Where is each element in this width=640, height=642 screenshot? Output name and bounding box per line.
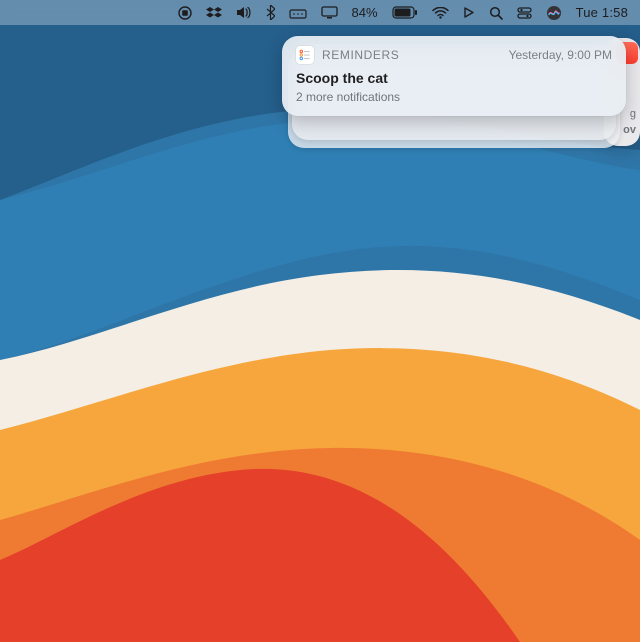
control-center-icon[interactable]: [517, 0, 532, 25]
dropbox-icon[interactable]: [206, 0, 222, 25]
wifi-icon[interactable]: [432, 0, 449, 25]
notification-subtitle: 2 more notifications: [296, 90, 612, 104]
notification-app-name: REMINDERS: [322, 48, 399, 62]
now-playing-icon[interactable]: [463, 0, 475, 25]
siri-icon[interactable]: [546, 0, 562, 25]
battery-icon[interactable]: [392, 0, 418, 25]
spotlight-icon[interactable]: [489, 0, 503, 25]
reminders-app-icon: [296, 46, 314, 64]
keyboard-brightness-icon[interactable]: [289, 0, 307, 25]
notification-header: REMINDERS Yesterday, 9:00 PM: [296, 46, 612, 64]
display-icon[interactable]: [321, 0, 338, 25]
menu-bar-clock[interactable]: Tue 1:58: [576, 0, 628, 25]
screen-record-icon[interactable]: [178, 0, 192, 25]
desktop: g ov 84%: [0, 0, 640, 642]
volume-icon[interactable]: [236, 0, 252, 25]
battery-percent-label: 84%: [352, 0, 378, 25]
widget-peek-text-2: ov: [623, 124, 636, 136]
notification-timestamp: Yesterday, 9:00 PM: [509, 48, 612, 62]
menu-bar: 84% Tue 1:58: [0, 0, 640, 25]
notification-stack[interactable]: REMINDERS Yesterday, 9:00 PM Scoop the c…: [282, 36, 626, 116]
widget-peek-text-1: g: [630, 108, 636, 120]
bluetooth-icon[interactable]: [266, 0, 275, 25]
notification-title: Scoop the cat: [296, 70, 612, 86]
notification-card[interactable]: REMINDERS Yesterday, 9:00 PM Scoop the c…: [282, 36, 626, 116]
